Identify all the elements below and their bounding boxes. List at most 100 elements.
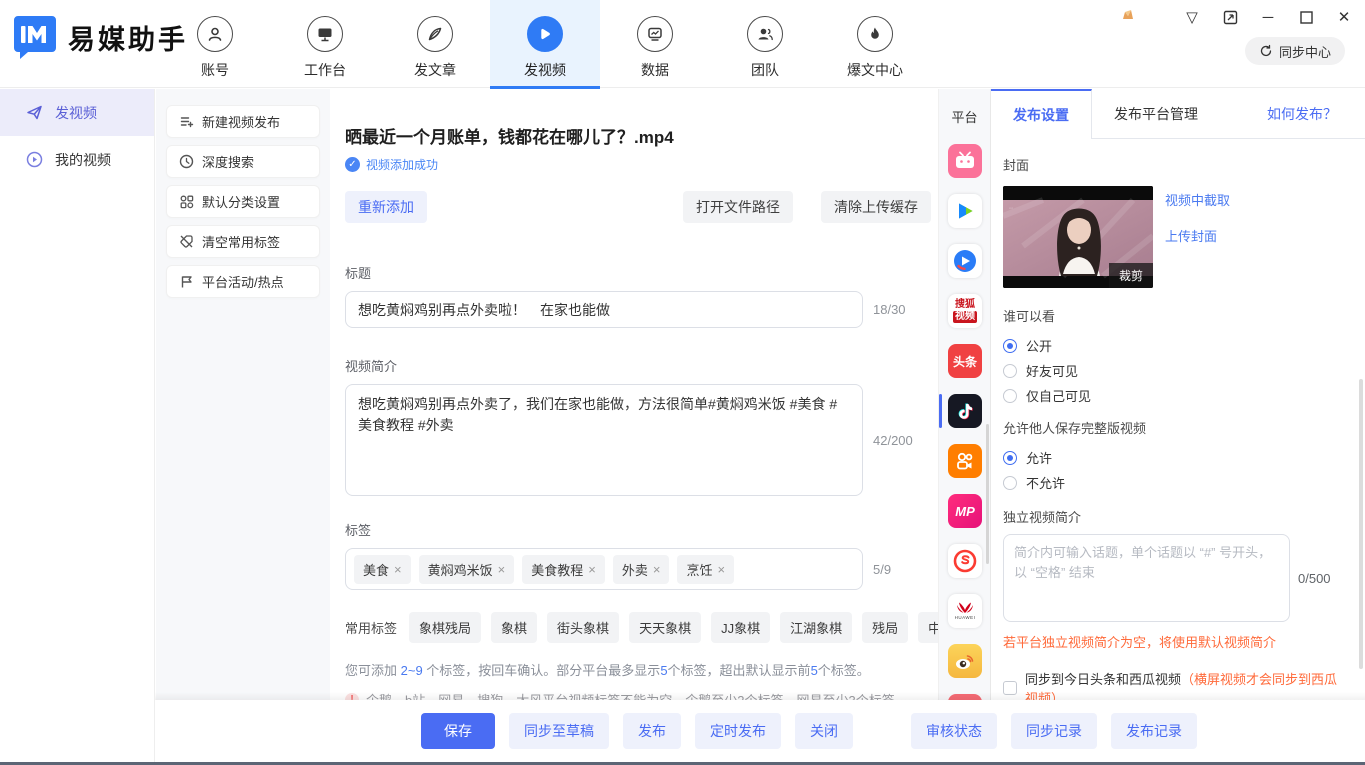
minimize-icon[interactable]: ─	[1257, 6, 1279, 28]
new-video-publish-button[interactable]: 新建视频发布	[166, 105, 320, 138]
platform-activity-button[interactable]: 平台活动/热点	[166, 265, 320, 298]
visibility-options: 公开 好友可见 仅自己可见	[1003, 333, 1345, 408]
capture-from-video-link[interactable]: 视频中截取	[1165, 190, 1230, 209]
common-tags-label: 常用标签	[345, 618, 397, 637]
close-button[interactable]: 关闭	[795, 713, 853, 749]
nav-item-account[interactable]: 账号	[160, 0, 270, 88]
review-status-button[interactable]: 审核状态	[911, 713, 997, 749]
platform-item-sogou[interactable]	[939, 536, 990, 586]
platform-item-haokan-video[interactable]	[939, 236, 990, 286]
tag-chip: 美食教程×	[522, 555, 605, 584]
cover-label: 封面	[1003, 155, 1345, 174]
platform-item-kuaishou[interactable]	[939, 436, 990, 486]
svg-text:◦◦: ◦◦	[1009, 206, 1013, 212]
tags-input[interactable]: 美食× 黄焖鸡米饭× 美食教程× 外卖× 烹饪×	[345, 548, 863, 590]
independent-desc-textarea[interactable]	[1003, 534, 1290, 622]
sync-records-button[interactable]: 同步记录	[1011, 713, 1097, 749]
publish-records-button[interactable]: 发布记录	[1111, 713, 1197, 749]
radio-icon	[1003, 364, 1017, 378]
video-filename: 晒最近一个月账单，钱都花在哪儿了？.mp4	[345, 123, 938, 148]
scheduled-publish-button[interactable]: 定时发布	[695, 713, 781, 749]
remove-tag-icon[interactable]: ×	[588, 562, 596, 577]
remove-tag-icon[interactable]: ×	[653, 562, 661, 577]
nav-item-hot-center[interactable]: 爆文中心	[820, 0, 930, 88]
radio-private[interactable]: 仅自己可见	[1003, 383, 1345, 408]
flag-icon	[179, 274, 194, 289]
tab-publish-settings[interactable]: 发布设置	[991, 89, 1092, 139]
common-tag-chip[interactable]: 中国象棋	[918, 612, 938, 643]
refresh-icon	[1259, 44, 1273, 58]
radio-allow[interactable]: 允许	[1003, 445, 1345, 470]
radio-disallow[interactable]: 不允许	[1003, 470, 1345, 495]
clear-upload-cache-button[interactable]: 清除上传缓存	[821, 191, 931, 223]
article-pen-icon	[417, 16, 453, 52]
remove-tag-icon[interactable]: ×	[394, 562, 402, 577]
common-tag-chip[interactable]: 象棋残局	[409, 612, 481, 643]
common-tag-chip[interactable]: JJ象棋	[711, 612, 770, 643]
radio-selected-icon	[1003, 339, 1017, 353]
platform-item-douyin[interactable]	[939, 386, 990, 436]
description-counter: 42/200	[873, 433, 913, 448]
common-tag-chip[interactable]: 残局	[862, 612, 908, 643]
platform-item-toutiao[interactable]: 头条	[939, 336, 990, 386]
platform-item-weibo[interactable]	[939, 636, 990, 686]
platform-item-tencent-video[interactable]	[939, 186, 990, 236]
common-tag-chip[interactable]: 街头象棋	[547, 612, 619, 643]
crop-button[interactable]: 裁剪	[1109, 263, 1153, 288]
save-permission-label: 允许他人保存完整版视频	[1003, 418, 1345, 437]
remove-tag-icon[interactable]: ×	[717, 562, 725, 577]
nav-item-data[interactable]: 数据	[600, 0, 710, 88]
mini-mode-icon[interactable]	[1219, 6, 1241, 28]
remove-tag-icon[interactable]: ×	[498, 562, 506, 577]
platform-list: 搜狐 视频 头条	[939, 136, 990, 700]
panel-scrollbar[interactable]	[1359, 379, 1363, 669]
description-label: 视频简介	[345, 356, 938, 375]
platform-item-bilibili[interactable]	[939, 136, 990, 186]
platform-scrollbar[interactable]	[986, 424, 989, 564]
common-tag-chip[interactable]: 江湖象棋	[780, 612, 852, 643]
sidebar: 发视频 我的视频	[0, 89, 155, 762]
main-nav: 账号 工作台 发文章 发视频 数据	[160, 0, 930, 88]
nav-item-post-video[interactable]: 发视频	[490, 0, 600, 88]
close-icon[interactable]: ✕	[1333, 6, 1355, 28]
common-tag-chip[interactable]: 象棋	[491, 612, 537, 643]
deep-search-button[interactable]: 深度搜索	[166, 145, 320, 178]
promo-icon[interactable]	[1119, 6, 1137, 24]
ifeng-mp-icon: MP	[948, 494, 982, 528]
grid-icon	[179, 194, 194, 209]
common-tag-chip[interactable]: 天天象棋	[629, 612, 701, 643]
platform-item-ifeng-mp[interactable]: MP	[939, 486, 990, 536]
window-controls: ▽ ─ ✕	[1181, 6, 1355, 28]
upload-cover-link[interactable]: 上传封面	[1165, 226, 1230, 245]
tag-slash-icon	[179, 234, 194, 249]
platform-item-sohu-video[interactable]: 搜狐 视频	[939, 286, 990, 336]
description-textarea[interactable]: 想吃黄焖鸡别再点外卖了，我们在家也能做，方法很简单#黄焖鸡米饭 #美食 #美食教…	[345, 384, 863, 496]
platform-strip: 平台 搜狐 视频 头条	[938, 89, 990, 700]
readd-video-button[interactable]: 重新添加	[345, 191, 427, 223]
independent-desc-warning: 若平台独立视频简介为空，将使用默认视频简介	[1003, 632, 1345, 651]
platform-item-huawei[interactable]: HUAWEI	[939, 586, 990, 636]
default-category-settings-button[interactable]: 默认分类设置	[166, 185, 320, 218]
save-button[interactable]: 保存	[421, 713, 495, 749]
publish-button[interactable]: 发布	[623, 713, 681, 749]
sidebar-item-my-videos[interactable]: 我的视频	[0, 136, 154, 183]
sync-to-draft-button[interactable]: 同步至草稿	[509, 713, 609, 749]
video-play-icon	[527, 16, 563, 52]
sync-center-button[interactable]: 同步中心	[1245, 37, 1345, 65]
open-file-path-button[interactable]: 打开文件路径	[683, 191, 793, 223]
cover-thumbnail[interactable]: ◦◦ 裁剪	[1003, 186, 1153, 288]
app-logo-icon	[12, 14, 58, 60]
tab-platform-management[interactable]: 发布平台管理	[1092, 89, 1220, 138]
nav-item-workspace[interactable]: 工作台	[270, 0, 380, 88]
header: 易媒助手 账号 工作台 发文章 发视频	[0, 0, 1365, 88]
radio-friends-only[interactable]: 好友可见	[1003, 358, 1345, 383]
radio-public[interactable]: 公开	[1003, 333, 1345, 358]
how-to-publish-link[interactable]: 如何发布？	[1267, 89, 1337, 139]
maximize-icon[interactable]	[1295, 6, 1317, 28]
window-menu-icon[interactable]: ▽	[1181, 6, 1203, 28]
nav-item-post-article[interactable]: 发文章	[380, 0, 490, 88]
clear-common-tags-button[interactable]: 清空常用标签	[166, 225, 320, 258]
sidebar-item-post-video[interactable]: 发视频	[0, 89, 154, 136]
nav-item-team[interactable]: 团队	[710, 0, 820, 88]
title-input[interactable]	[345, 291, 863, 328]
